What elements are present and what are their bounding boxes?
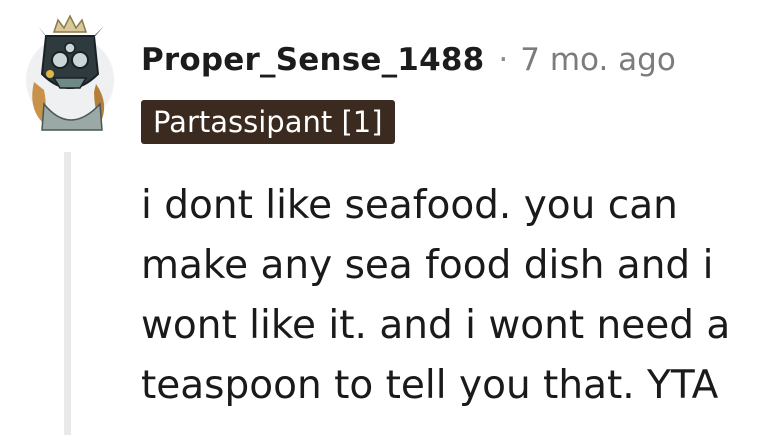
thread-line[interactable] bbox=[64, 152, 71, 435]
comment-line: teaspoon to tell you that. YTA bbox=[141, 363, 719, 408]
comment-line: wont like it. and i wont need a bbox=[141, 303, 731, 348]
comment-body: i dont like seafood. you can make any se… bbox=[141, 176, 771, 416]
comment-meta: Proper_Sense_1488 · 7 mo. ago bbox=[141, 38, 676, 82]
author-username[interactable]: Proper_Sense_1488 bbox=[141, 42, 484, 78]
comment-timestamp[interactable]: 7 mo. ago bbox=[520, 42, 676, 78]
meta-separator: · bbox=[498, 42, 509, 78]
user-flair: Partassipant [1] bbox=[141, 100, 395, 144]
comment-line: make any sea food dish and i bbox=[141, 243, 714, 288]
avatar[interactable] bbox=[24, 12, 116, 132]
comment-line: i dont like seafood. you can bbox=[141, 183, 678, 228]
avatar-image bbox=[26, 14, 114, 131]
